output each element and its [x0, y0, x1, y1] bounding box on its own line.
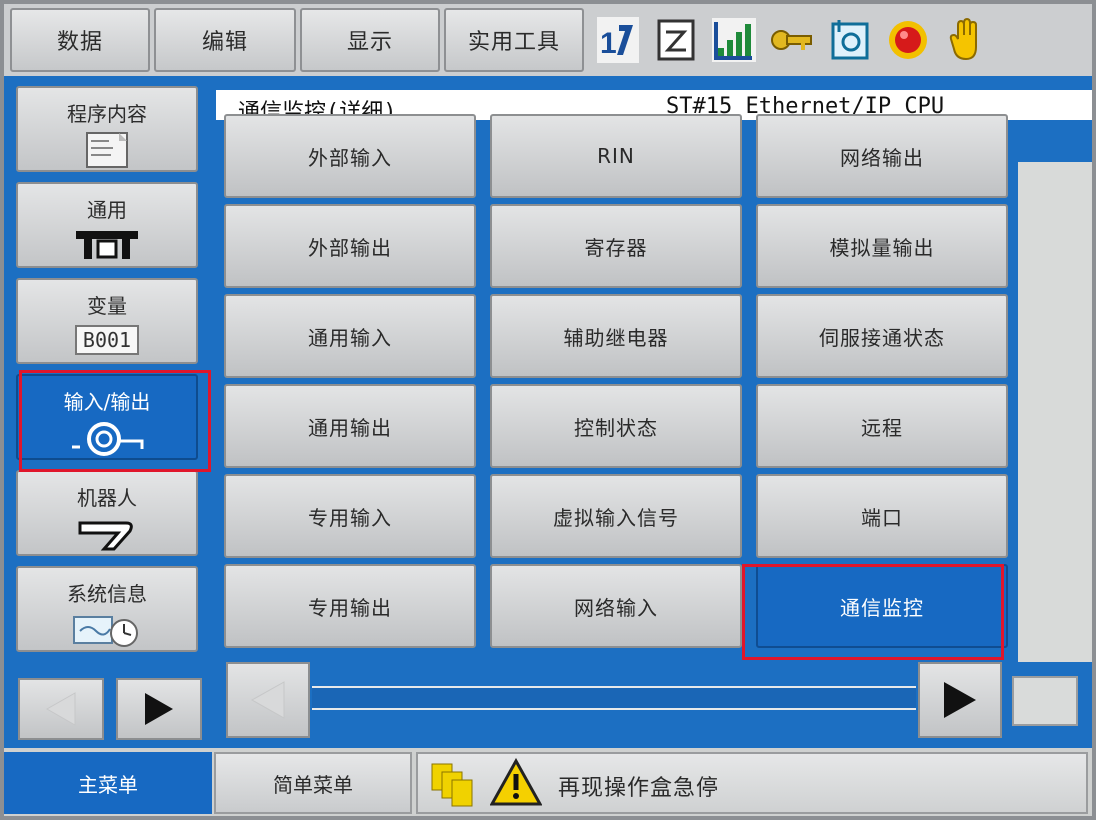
alarm-message: 再现操作盒急停 — [558, 776, 720, 801]
main-menu-sidebar: 程序内容 通用 变量 B001 输入/输出 机器人 系统信息 — [4, 76, 212, 748]
sidebar-item-variable[interactable]: 变量 B001 — [16, 278, 198, 364]
menu-tab-utility[interactable]: 实用工具 — [444, 8, 584, 72]
menu-tab-display[interactable]: 显示 — [300, 8, 440, 72]
sidebar-item-label: 输入/输出 — [63, 390, 151, 414]
side-panel — [1018, 162, 1092, 662]
auxiliary-relay-button[interactable]: 辅助继电器 — [490, 294, 742, 378]
scroll-left-button[interactable] — [226, 662, 310, 738]
arrow-right-icon — [944, 682, 976, 718]
general-output-button[interactable]: 通用输出 — [224, 384, 476, 468]
sidebar-item-label: 程序内容 — [67, 102, 147, 126]
message-bar[interactable]: 再现操作盒急停 — [416, 752, 1088, 814]
sidebar-next-page-button[interactable] — [116, 678, 202, 740]
comm-monitor-button[interactable]: 通信监控 — [756, 564, 1008, 648]
main-menu-button[interactable]: 主菜单 — [4, 752, 212, 814]
rin-button[interactable]: RIN — [490, 114, 742, 198]
message-list-icon — [428, 760, 482, 812]
svg-text:1: 1 — [600, 27, 617, 60]
sidebar-item-label: 变量 — [87, 294, 127, 318]
simple-menu-button[interactable]: 简单菜单 — [214, 752, 412, 814]
sidebar-item-system-info[interactable]: 系统信息 — [16, 566, 198, 652]
variable-badge: B001 — [74, 325, 140, 355]
menu-tab-edit[interactable]: 编辑 — [154, 8, 296, 72]
arrow-left-icon — [250, 681, 285, 719]
sidebar-prev-page-button[interactable] — [18, 678, 104, 740]
port-button[interactable]: 端口 — [756, 474, 1008, 558]
bottom-bar: 主菜单 简单菜单 再现操作盒急停 — [4, 748, 1092, 816]
horizontal-scrollbar[interactable] — [226, 662, 1004, 738]
arrow-left-icon — [45, 692, 76, 726]
sidebar-item-io[interactable]: 输入/输出 — [16, 374, 198, 460]
sidebar-item-program-content[interactable]: 程序内容 — [16, 86, 198, 172]
sidebar-item-robot[interactable]: 机器人 — [16, 470, 198, 556]
sidebar-item-general[interactable]: 通用 — [16, 182, 198, 268]
analog-output-button[interactable]: 模拟量输出 — [756, 204, 1008, 288]
network-input-button[interactable]: 网络输入 — [490, 564, 742, 648]
variable-box-icon: B001 — [18, 323, 196, 355]
pseudo-input-signal-button[interactable]: 虚拟输入信号 — [490, 474, 742, 558]
register-button[interactable]: 寄存器 — [490, 204, 742, 288]
sidebar-item-label: 通用 — [87, 198, 127, 222]
speed-signal-icon — [710, 16, 758, 64]
general-input-button[interactable]: 通用输入 — [224, 294, 476, 378]
control-status-button[interactable]: 控制状态 — [490, 384, 742, 468]
robot-arm-icon — [18, 515, 196, 551]
menu-tab-data[interactable]: 数据 — [10, 8, 150, 72]
remote-button[interactable]: 远程 — [756, 384, 1008, 468]
specific-input-button[interactable]: 专用输入 — [224, 474, 476, 558]
top-menu-bar: 数据 编辑 显示 实用工具 1 — [4, 4, 1092, 76]
status-icon-area: 1 — [594, 10, 990, 70]
io-submenu-area: 通信监控(详细) ST#15 Ethernet/IP CPU 外部输入 外部输出… — [212, 76, 1092, 748]
robot-pendant-screen: 数据 编辑 显示 实用工具 1 程序内容 通用 变量 B001 输入/输出 机器… — [4, 4, 1092, 816]
scroll-thumb[interactable] — [1012, 676, 1078, 726]
io-connector-icon — [18, 419, 196, 459]
key-mode-icon — [768, 16, 816, 64]
external-input-button[interactable]: 外部输入 — [224, 114, 476, 198]
sidebar-item-label: 系统信息 — [67, 582, 147, 606]
program-document-icon — [18, 131, 196, 169]
scroll-right-button[interactable] — [918, 662, 1002, 738]
arrow-right-icon — [145, 693, 173, 725]
warning-icon — [489, 757, 543, 812]
hand-icon — [942, 16, 990, 64]
scroll-track[interactable] — [312, 686, 916, 710]
general-tool-icon — [18, 227, 196, 261]
servo-on-status-button[interactable]: 伺服接通状态 — [756, 294, 1008, 378]
sidebar-item-label: 机器人 — [77, 486, 137, 510]
network-output-button[interactable]: 网络输出 — [756, 114, 1008, 198]
system-info-icon — [18, 611, 196, 649]
tool-coord-icon — [826, 16, 874, 64]
tool-number-icon: 1 — [594, 16, 642, 64]
specific-output-button[interactable]: 专用输出 — [224, 564, 476, 648]
edit-mode-icon — [652, 16, 700, 64]
servo-lamp-icon — [884, 16, 932, 64]
external-output-button[interactable]: 外部输出 — [224, 204, 476, 288]
